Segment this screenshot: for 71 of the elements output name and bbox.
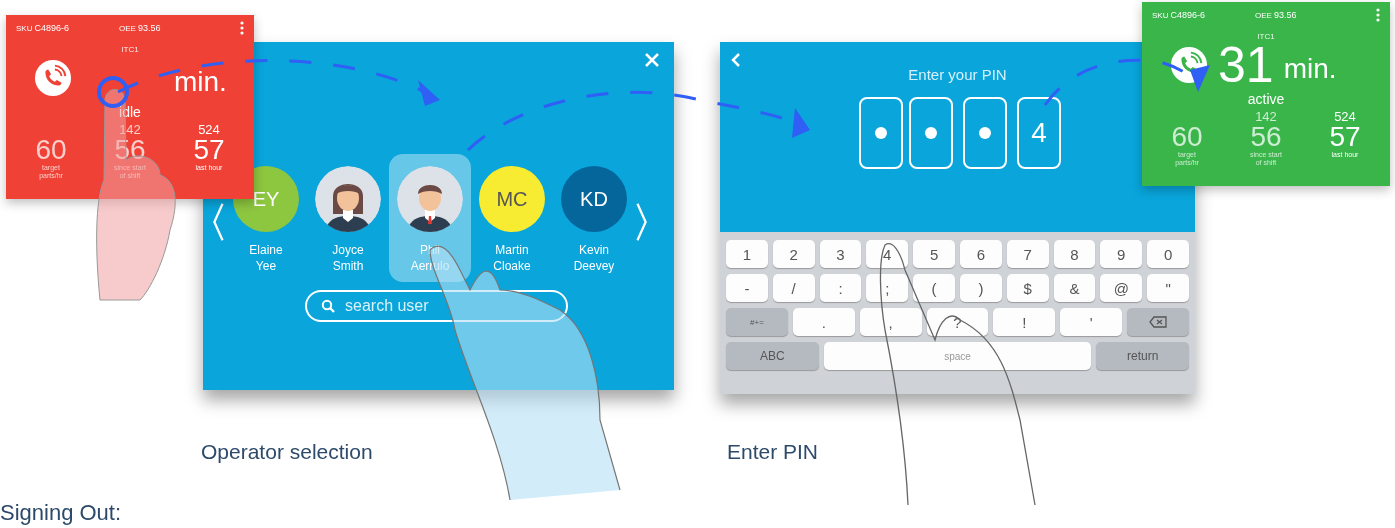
station-label: ITC1 <box>120 45 140 54</box>
screen-caption: Enter PIN <box>727 440 819 464</box>
initials-avatar: MC <box>479 166 545 232</box>
keyboard-key[interactable]: @ <box>1100 274 1143 302</box>
female-avatar-icon <box>315 166 381 232</box>
more-icon[interactable] <box>1376 8 1380 22</box>
keyboard-key[interactable]: 9 <box>1100 240 1143 268</box>
station-label: ITC1 <box>1256 32 1276 41</box>
backspace-icon <box>1149 315 1168 328</box>
search-icon <box>321 299 335 313</box>
status-label: idle <box>118 104 142 120</box>
pin-dot-icon <box>925 127 937 139</box>
keyboard-key[interactable]: ! <box>993 308 1056 336</box>
keyboard-key[interactable]: " <box>1147 274 1189 302</box>
keyboard-key[interactable]: : <box>819 274 862 302</box>
oee-text: OEE 93.56 <box>119 23 161 33</box>
keyboard-key[interactable]: - <box>726 274 768 302</box>
keyboard-key[interactable]: #+= <box>726 308 788 336</box>
stat-value: 57 <box>1329 123 1361 151</box>
keyboard-key[interactable]: ) <box>960 274 1002 302</box>
pin-box: 4 <box>1017 97 1061 169</box>
back-icon[interactable] <box>730 52 742 68</box>
pin-dot-icon <box>875 127 887 139</box>
keyboard-key[interactable]: return <box>1096 342 1189 370</box>
operator-item[interactable]: MC Martin Cloake <box>471 154 553 282</box>
keyboard-key[interactable]: 7 <box>1006 240 1049 268</box>
pin-title: Enter your PIN <box>907 66 1008 83</box>
keyboard-key[interactable]: 0 <box>1147 240 1189 268</box>
keyboard-key[interactable]: 3 <box>819 240 862 268</box>
minutes-unit: min. <box>174 66 227 98</box>
minutes-unit: min. <box>1283 53 1337 85</box>
more-icon[interactable] <box>240 21 244 35</box>
keyboard-key[interactable]: $ <box>1006 274 1049 302</box>
stat-total: 142 <box>1255 109 1277 124</box>
pin-dot-icon <box>979 127 991 139</box>
operator-item[interactable]: KD Kevin Deevey <box>553 154 635 282</box>
keyboard-key[interactable]: / <box>772 274 815 302</box>
stat-value: 60 <box>1171 123 1203 151</box>
backspace-key[interactable] <box>1127 308 1189 336</box>
close-icon[interactable] <box>644 52 660 68</box>
stat-total: 524 <box>198 122 220 137</box>
phone-icon <box>34 59 72 97</box>
chevron-right-icon[interactable] <box>635 202 649 242</box>
keyboard-key[interactable]: ( <box>913 274 955 302</box>
sku-text: SKU C4896-6 <box>16 23 69 33</box>
stat-value: 60 <box>35 136 67 164</box>
keyboard-key[interactable]: 6 <box>960 240 1002 268</box>
keyboard-key[interactable]: 1 <box>726 240 768 268</box>
stat-total: 524 <box>1334 109 1356 124</box>
keyboard-key[interactable]: ' <box>1060 308 1123 336</box>
stat-value: 56 <box>1250 123 1282 151</box>
keyboard-key[interactable]: 5 <box>913 240 955 268</box>
keyboard-key[interactable]: 8 <box>1053 240 1096 268</box>
minutes-value: 31 <box>1218 40 1274 90</box>
keyboard-key[interactable]: 4 <box>866 240 909 268</box>
oee-text: OEE 93.56 <box>1255 10 1297 20</box>
search-field[interactable]: search user <box>305 290 568 322</box>
stat-value: 57 <box>193 136 225 164</box>
keyboard-key[interactable]: ; <box>866 274 909 302</box>
sku-text: SKU C4896-6 <box>1152 10 1205 20</box>
keyboard-key[interactable]: , <box>859 308 922 336</box>
initials-avatar: KD <box>561 166 627 232</box>
status-label: active <box>1246 91 1286 107</box>
male-avatar-icon <box>397 166 463 232</box>
keyboard-key[interactable]: ABC <box>726 342 819 370</box>
keyboard-key[interactable]: . <box>792 308 855 336</box>
keyboard-key[interactable]: & <box>1053 274 1096 302</box>
keyboard-key[interactable]: 2 <box>772 240 815 268</box>
chevron-left-icon[interactable] <box>211 202 225 242</box>
screen-caption: Operator selection <box>201 440 373 464</box>
section-heading: Signing Out: <box>0 500 122 526</box>
